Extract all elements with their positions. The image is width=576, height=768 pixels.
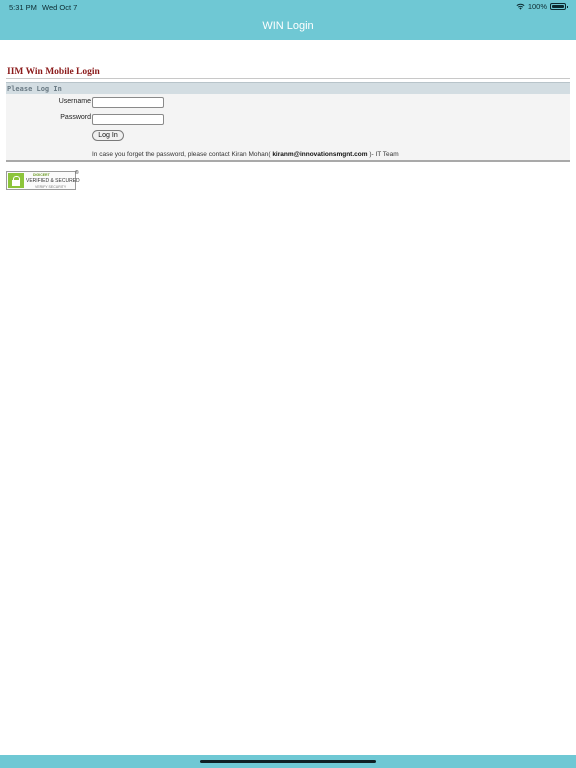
login-button[interactable]: Log In — [92, 130, 124, 141]
seal-brand: DIGICERT — [33, 173, 50, 177]
battery-percent: 100% — [527, 2, 547, 11]
help-suffix: )- IT Team — [369, 151, 399, 158]
seal-subtext: VERIFY SECURITY — [35, 185, 67, 189]
username-input[interactable] — [92, 97, 164, 108]
status-time: 5:31 PM — [9, 3, 37, 12]
wifi-icon — [516, 3, 525, 10]
status-bar: 5:31 PM Wed Oct 7 100% — [0, 0, 576, 14]
heading-divider — [6, 78, 570, 79]
help-text: In case you forget the password, please … — [92, 151, 399, 158]
status-right: 100% — [516, 2, 568, 11]
nav-title: WIN Login — [262, 20, 314, 32]
help-prefix: In case you forget the password, please … — [92, 151, 271, 158]
bottom-bar — [0, 755, 576, 768]
password-input[interactable] — [92, 114, 164, 125]
password-label: Password — [60, 114, 91, 121]
support-email-link[interactable]: kiranm@innovationsmgnt.com — [272, 151, 367, 158]
home-indicator[interactable] — [200, 760, 376, 763]
panel-header: Please Log In — [6, 82, 570, 94]
battery-icon — [550, 3, 568, 10]
panel-bottom-border — [6, 160, 570, 162]
nav-bar: WIN Login — [0, 14, 576, 40]
lock-icon — [8, 173, 24, 188]
registered-mark: ® — [75, 170, 79, 176]
username-label: Username — [58, 98, 91, 105]
page-heading: IIM Win Mobile Login — [7, 67, 100, 77]
status-date: Wed Oct 7 — [42, 3, 78, 12]
seal-text: VERIFIED & SECURED — [26, 178, 80, 184]
security-seal[interactable]: DIGICERT VERIFIED & SECURED VERIFY SECUR… — [6, 171, 80, 190]
